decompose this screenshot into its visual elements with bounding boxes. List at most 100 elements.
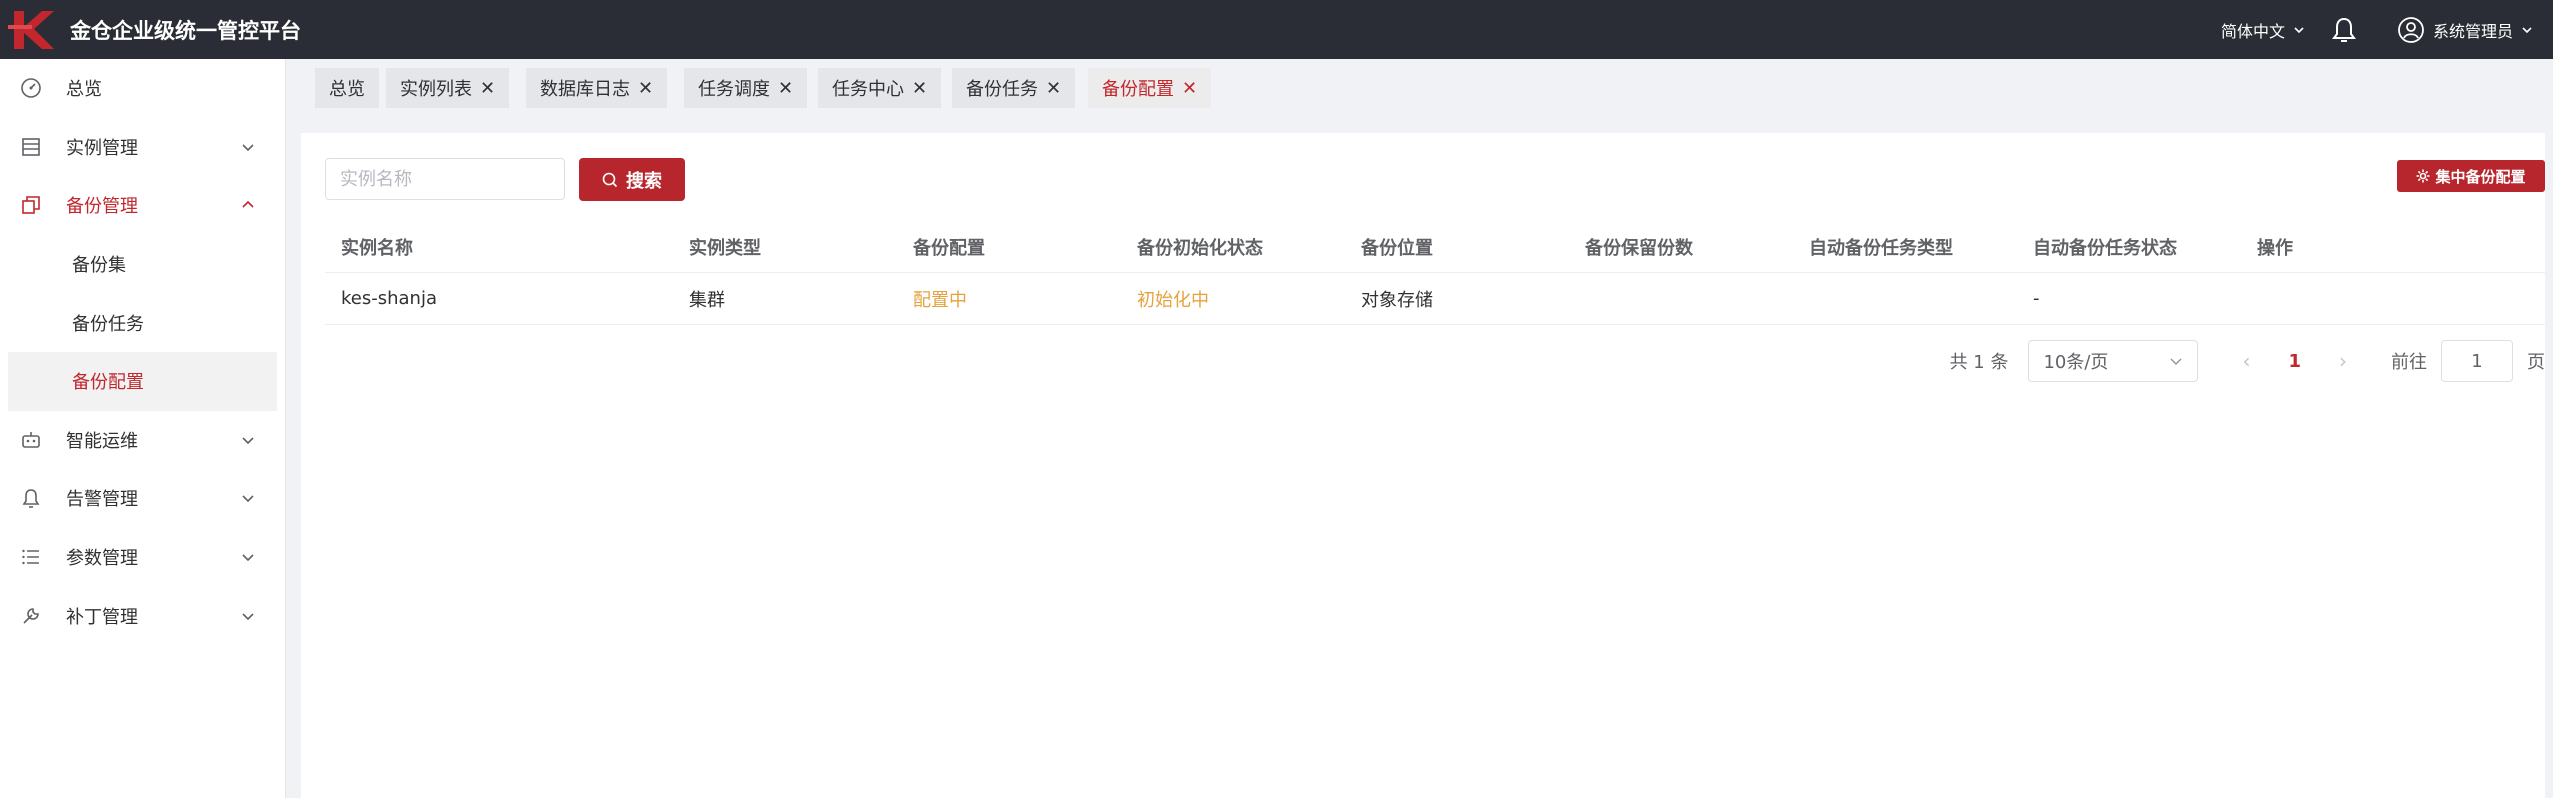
database-list-icon	[20, 136, 42, 158]
next-page-icon[interactable]: ›	[2339, 349, 2347, 373]
list-icon	[20, 546, 42, 568]
sidebar-item-overview[interactable]: 总览	[0, 59, 285, 118]
robot-icon	[20, 429, 42, 451]
language-switcher[interactable]: 简体中文	[2221, 18, 2305, 42]
close-icon[interactable]: ✕	[1046, 78, 1061, 99]
tabs-bar: 总览 实例列表 ✕ 数据库日志 ✕ 任务调度 ✕ 任务中心 ✕ 备份任务 ✕ 备份配置 ✕	[286, 59, 2553, 121]
user-circle-icon	[2398, 16, 2424, 43]
cell-backup-location: 对象存储	[1361, 289, 1433, 311]
pagination-total: 共 1 条	[1949, 352, 2009, 373]
sidebar-item-label: 智能运维	[66, 430, 138, 452]
cell-backup-config: 配置中	[913, 289, 967, 311]
sidebar-item-parameter-management[interactable]: 参数管理	[0, 528, 285, 587]
page-number-current[interactable]: 1	[2288, 351, 2301, 372]
top-bar: 金仓企业级统一管控平台 简体中文 系统管理员	[0, 0, 2553, 59]
tab-label: 备份配置	[1102, 79, 1174, 100]
notification-bell-icon[interactable]	[2331, 16, 2357, 44]
sidebar: 总览 实例管理 备份管理 备份集 备份任务 备份配置 智能运维 告警管理 参数管…	[0, 59, 286, 798]
close-icon[interactable]: ✕	[778, 78, 793, 99]
sidebar-subitem-backup-task[interactable]: 备份任务	[0, 293, 285, 352]
tab-task-center[interactable]: 任务中心 ✕	[818, 68, 942, 108]
central-backup-config-button[interactable]: 集中备份配置	[2397, 160, 2545, 192]
kingbase-logo-icon[interactable]	[0, 0, 62, 59]
tab-database-log[interactable]: 数据库日志 ✕	[526, 68, 668, 108]
search-icon	[602, 172, 618, 187]
tab-label: 总览	[329, 79, 365, 100]
chevron-down-icon	[242, 144, 254, 152]
sidebar-item-label: 告警管理	[66, 489, 138, 511]
sidebar-item-patch-management[interactable]: 补丁管理	[0, 586, 285, 645]
dashboard-icon	[20, 77, 42, 99]
sidebar-subitem-backup-set[interactable]: 备份集	[0, 235, 285, 294]
language-label: 简体中文	[2220, 21, 2285, 41]
sidebar-item-smart-ops[interactable]: 智能运维	[0, 411, 285, 470]
close-icon[interactable]: ✕	[912, 78, 927, 99]
prev-page-icon[interactable]: ‹	[2242, 349, 2250, 373]
goto-page-input[interactable]	[2441, 340, 2513, 382]
column-header: 备份位置	[1361, 237, 1433, 259]
tab-label: 任务调度	[698, 79, 770, 100]
sidebar-item-label: 总览	[66, 79, 102, 101]
tab-instance-list[interactable]: 实例列表 ✕	[386, 68, 510, 108]
sidebar-item-label: 补丁管理	[66, 606, 138, 628]
column-header: 备份保留份数	[1585, 237, 1693, 259]
copy-icon	[20, 194, 42, 216]
search-button[interactable]: 搜索	[579, 158, 685, 201]
close-icon[interactable]: ✕	[480, 78, 495, 99]
central-backup-config-label: 集中备份配置	[2435, 167, 2526, 186]
column-header: 实例名称	[341, 237, 413, 259]
tab-label: 任务中心	[832, 79, 904, 100]
chevron-down-icon	[242, 437, 254, 444]
cell-auto-task-status: -	[2033, 288, 2040, 309]
page-suffix: 页	[2527, 352, 2545, 373]
column-header: 实例类型	[689, 237, 761, 259]
search-button-label: 搜索	[626, 170, 662, 192]
tab-backup-task[interactable]: 备份任务 ✕	[952, 68, 1076, 108]
column-header: 操作	[2257, 237, 2293, 259]
column-header: 备份初始化状态	[1137, 237, 1263, 259]
chevron-up-icon	[242, 201, 254, 209]
tab-backup-config[interactable]: 备份配置 ✕	[1088, 68, 1212, 108]
tab-label: 实例列表	[400, 79, 472, 100]
table-header-row: 实例名称 实例类型 备份配置 备份初始化状态 备份位置 备份保留份数 自动备份任…	[325, 221, 2545, 273]
column-header: 备份配置	[913, 237, 985, 259]
chevron-down-icon	[2294, 26, 2304, 33]
close-icon[interactable]: ✕	[1182, 78, 1197, 99]
chevron-down-icon	[242, 554, 254, 562]
user-name: 系统管理员	[2432, 21, 2513, 41]
column-header: 自动备份任务类型	[1809, 237, 1953, 259]
wrench-icon	[20, 605, 42, 627]
tab-task-scheduling[interactable]: 任务调度 ✕	[684, 68, 808, 108]
chevron-down-icon	[2170, 358, 2182, 365]
gear-icon	[2416, 169, 2430, 183]
main-card: 搜索 集中备份配置 实例名称 实例类型 备份配置 备份初始化状态 备份位置 备份…	[301, 133, 2545, 798]
close-icon[interactable]: ✕	[638, 78, 653, 99]
goto-label: 前往	[2391, 352, 2427, 373]
cell-instance-name: kes-shanja	[341, 288, 437, 309]
user-menu[interactable]: 系统管理员	[2397, 16, 2533, 44]
page-size-value: 10条/页	[2043, 352, 2109, 373]
sidebar-item-label: 参数管理	[66, 548, 138, 570]
cell-init-status: 初始化中	[1137, 289, 1209, 311]
sidebar-item-backup-management[interactable]: 备份管理	[0, 176, 285, 235]
app-title: 金仓企业级统一管控平台	[70, 18, 301, 43]
sidebar-subitem-backup-config[interactable]: 备份配置	[8, 351, 277, 411]
backup-config-table: 实例名称 实例类型 备份配置 备份初始化状态 备份位置 备份保留份数 自动备份任…	[325, 221, 2545, 325]
sidebar-item-alarm-management[interactable]: 告警管理	[0, 469, 285, 528]
bell-icon	[20, 487, 42, 509]
column-header: 自动备份任务状态	[2033, 237, 2177, 259]
chevron-down-icon	[242, 613, 254, 620]
sidebar-item-instance-management[interactable]: 实例管理	[0, 118, 285, 177]
sidebar-item-label: 实例管理	[66, 137, 138, 159]
instance-name-search-input[interactable]	[325, 158, 565, 200]
tab-label: 备份任务	[966, 79, 1038, 100]
chevron-down-icon	[242, 495, 254, 503]
sidebar-item-label: 备份管理	[66, 196, 138, 218]
pagination: 共 1 条 10条/页 ‹ 1 › 前往 页	[1950, 340, 2545, 382]
tab-label: 数据库日志	[540, 79, 630, 100]
page-size-select[interactable]: 10条/页	[2028, 340, 2199, 382]
tab-overview[interactable]: 总览	[315, 68, 379, 108]
cell-instance-type: 集群	[689, 289, 725, 311]
chevron-down-icon	[2522, 26, 2532, 33]
table-row: kes-shanja 集群 配置中 初始化中 对象存储 -	[325, 273, 2545, 325]
